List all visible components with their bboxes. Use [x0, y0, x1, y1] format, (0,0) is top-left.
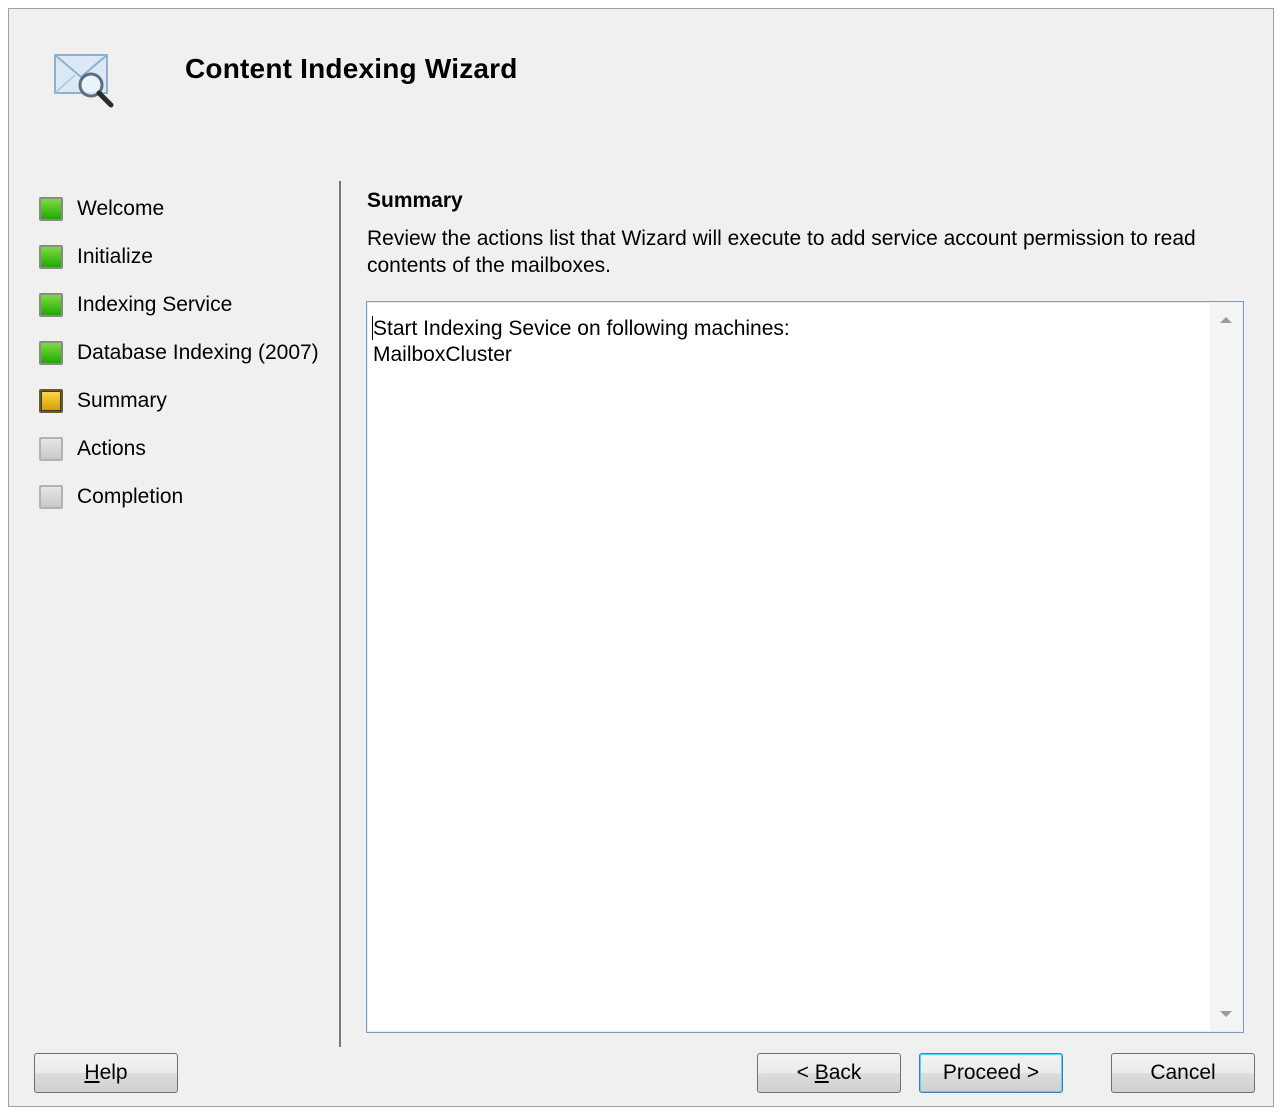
envelope-search-icon	[54, 54, 114, 108]
vertical-divider	[339, 181, 341, 1047]
scroll-up-icon[interactable]	[1220, 317, 1232, 323]
step-welcome: Welcome	[39, 185, 339, 233]
back-button[interactable]: < Back	[757, 1053, 901, 1093]
step-status-complete-icon	[39, 197, 63, 221]
help-mnemonic: H	[84, 1061, 100, 1084]
step-database-indexing: Database Indexing (2007)	[39, 329, 339, 377]
vertical-scrollbar[interactable]	[1210, 303, 1242, 1031]
back-mnemonic: B	[814, 1061, 829, 1084]
step-label: Actions	[77, 437, 146, 460]
wizard-title: Content Indexing Wizard	[185, 53, 518, 84]
help-button[interactable]: Help	[34, 1053, 178, 1093]
step-status-current-icon	[39, 389, 63, 413]
proceed-button[interactable]: Proceed >	[919, 1053, 1063, 1093]
step-summary: Summary	[39, 377, 339, 425]
actions-list-textbox[interactable]: Start Indexing Sevice on following machi…	[366, 301, 1244, 1033]
step-initialize: Initialize	[39, 233, 339, 281]
scroll-down-icon[interactable]	[1220, 1011, 1232, 1017]
text-caret	[372, 316, 373, 340]
help-label-rest: elp	[99, 1061, 128, 1084]
cancel-button[interactable]: Cancel	[1111, 1053, 1255, 1093]
section-title: Summary	[367, 189, 463, 212]
back-label-rest: ack	[828, 1061, 862, 1084]
section-description: Review the actions list that Wizard will…	[367, 227, 1196, 277]
step-label: Summary	[77, 389, 167, 412]
step-label: Indexing Service	[77, 293, 233, 316]
step-label: Completion	[77, 485, 184, 508]
step-status-complete-icon	[39, 245, 63, 269]
step-status-complete-icon	[39, 341, 63, 365]
step-indexing-service: Indexing Service	[39, 281, 339, 329]
step-label: Initialize	[77, 245, 153, 268]
step-label: Welcome	[77, 197, 165, 220]
step-list: Welcome Initialize Indexing Service Data…	[39, 185, 339, 521]
wizard-window: Content Indexing Wizard Welcome Initiali…	[8, 8, 1274, 1107]
step-status-pending-icon	[39, 437, 63, 461]
step-status-complete-icon	[39, 293, 63, 317]
actions-list-text: Start Indexing Sevice on following machi…	[373, 317, 790, 366]
back-prefix: <	[796, 1061, 815, 1084]
step-status-pending-icon	[39, 485, 63, 509]
step-label: Database Indexing (2007)	[77, 341, 319, 364]
step-completion: Completion	[39, 473, 339, 521]
step-actions: Actions	[39, 425, 339, 473]
